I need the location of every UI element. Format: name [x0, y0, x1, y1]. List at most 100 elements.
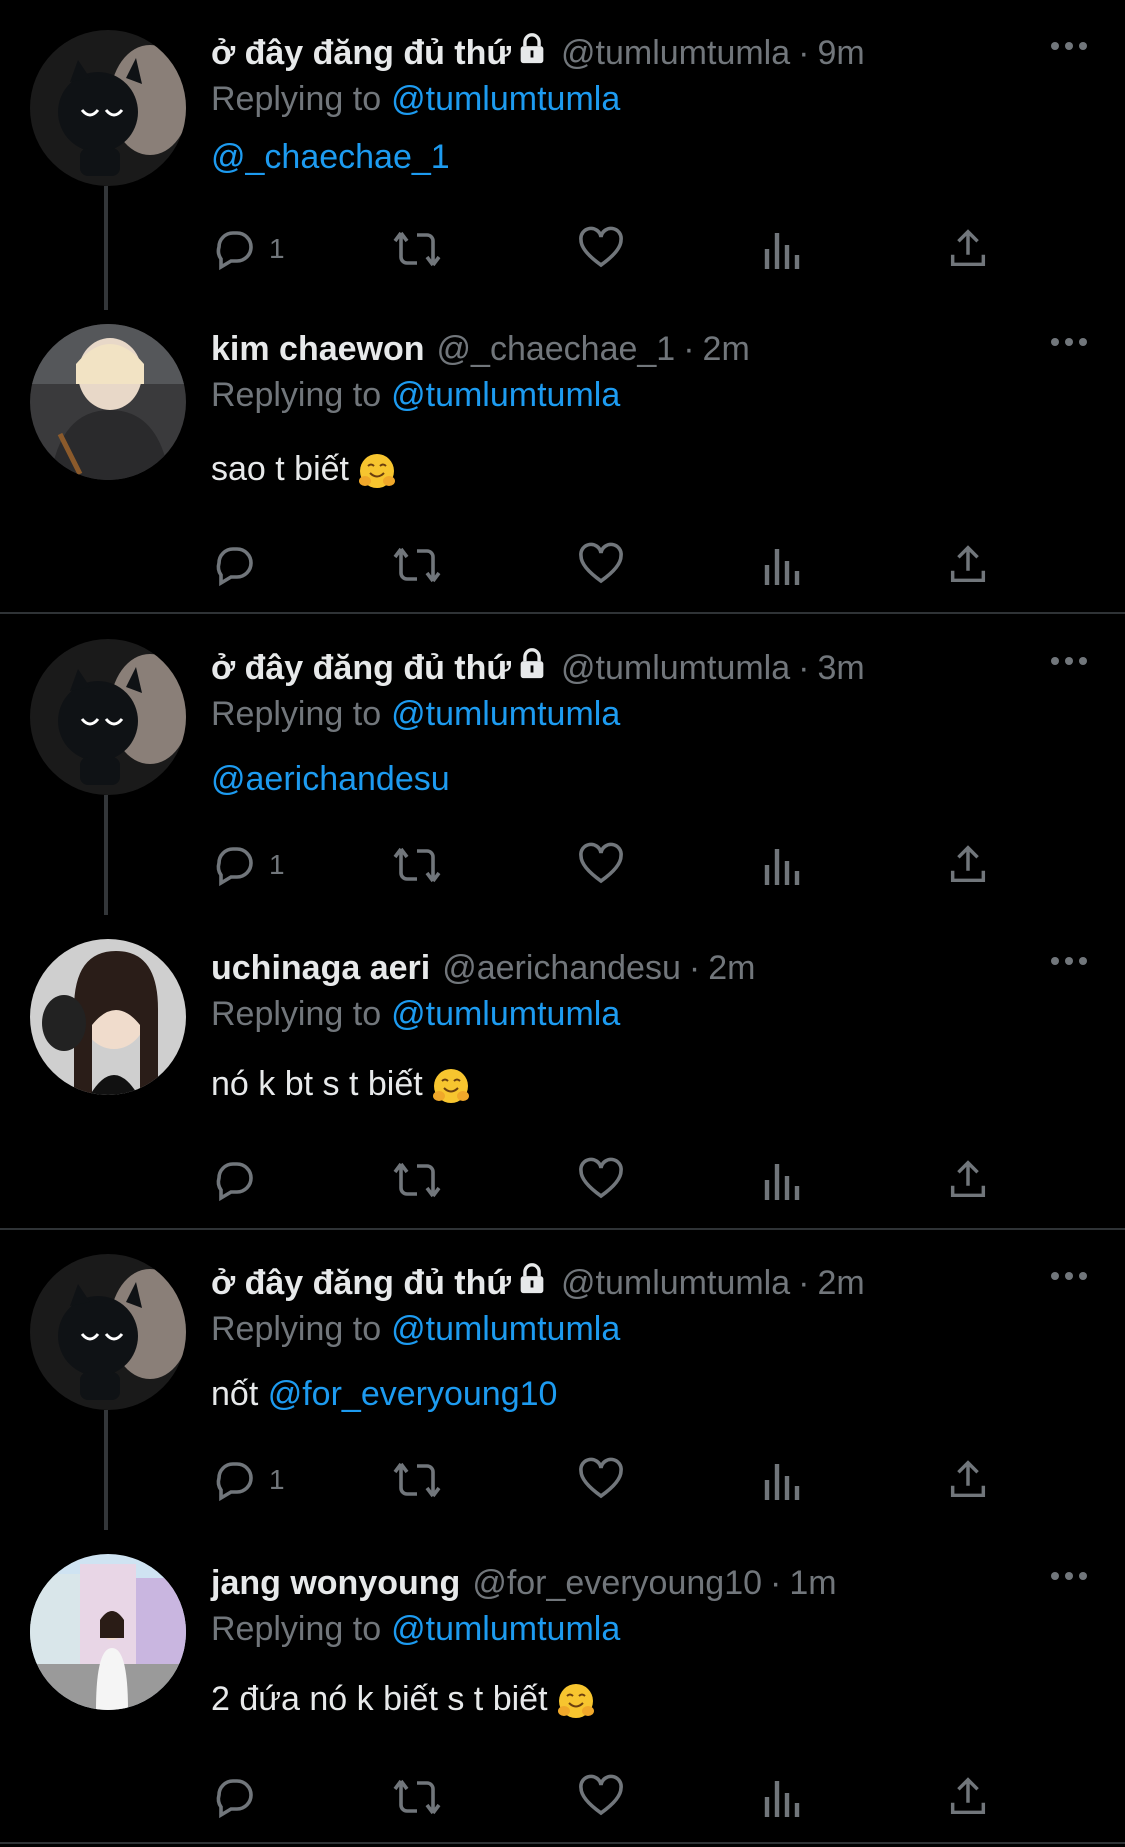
reply-icon [216, 547, 253, 587]
replying-mention[interactable]: @tumlumtumla [391, 995, 620, 1033]
reply-icon [216, 1462, 253, 1502]
more-options-icon[interactable] [1049, 334, 1089, 350]
display-name[interactable]: ở đây đăng đủ thứ [211, 649, 511, 688]
more-options-icon[interactable] [1049, 38, 1089, 54]
thread-line [104, 795, 108, 915]
display-name[interactable]: ở đây đăng đủ thứ [211, 1264, 511, 1303]
analytics-icon [764, 1464, 800, 1500]
tweet-text: 2 đứa nó k biết s t biết [211, 1680, 596, 1721]
tweet-text-content: nó k bt s t biết [211, 1065, 423, 1103]
replying-to: Replying to @tumlumtumla [211, 1310, 620, 1349]
retweet-icon [393, 1779, 441, 1815]
like-button[interactable] [577, 1155, 625, 1205]
share-button[interactable] [945, 224, 991, 274]
replying-label: Replying to [211, 695, 382, 733]
views-button[interactable] [761, 540, 805, 590]
mention-link[interactable]: @aerichandesu [211, 760, 450, 798]
thread-line [104, 186, 108, 310]
replying-label: Replying to [211, 376, 382, 414]
avatar[interactable] [30, 324, 186, 480]
handle[interactable]: @for_everyoung10 [472, 1564, 762, 1603]
retweet-icon [393, 847, 441, 883]
reply-button[interactable] [211, 1155, 259, 1205]
avatar[interactable] [30, 639, 186, 795]
timestamp[interactable]: 1m [789, 1564, 836, 1603]
handle[interactable]: @tumlumtumla [561, 1264, 790, 1303]
timestamp[interactable]: 2m [817, 1264, 864, 1303]
timestamp[interactable]: 2m [703, 330, 750, 369]
retweet-button[interactable] [391, 540, 443, 590]
retweet-button[interactable] [391, 224, 443, 274]
heart-icon [579, 1157, 623, 1199]
avatar[interactable] [30, 1554, 186, 1710]
views-button[interactable] [761, 840, 805, 890]
reply-button[interactable] [211, 540, 259, 590]
reply-button[interactable]: 1 [211, 840, 285, 890]
more-options-icon[interactable] [1049, 653, 1089, 669]
views-button[interactable] [761, 224, 805, 274]
like-button[interactable] [577, 840, 625, 890]
replying-mention[interactable]: @tumlumtumla [391, 80, 620, 118]
timestamp[interactable]: 2m [708, 949, 755, 988]
action-bar [211, 1155, 1011, 1205]
handle[interactable]: @tumlumtumla [561, 649, 790, 688]
like-button[interactable] [577, 1455, 625, 1505]
hugging-face-emoji [431, 1066, 471, 1106]
tweet-header: jang wonyoung @for_everyoung10 · 1m [211, 1558, 837, 1608]
avatar[interactable] [30, 30, 186, 186]
replying-mention[interactable]: @tumlumtumla [391, 376, 620, 414]
analytics-icon [764, 1164, 800, 1200]
handle[interactable]: @tumlumtumla [561, 34, 790, 73]
tweet-header: ở đây đăng đủ thứ @tumlumtumla · 3m [211, 643, 865, 693]
reply-button[interactable]: 1 [211, 1455, 285, 1505]
reply-icon [216, 1779, 253, 1819]
replying-label: Replying to [211, 995, 382, 1033]
action-bar [211, 1772, 1011, 1822]
dot-separator: · [770, 1563, 782, 1602]
timestamp[interactable]: 9m [817, 34, 864, 73]
more-options-icon[interactable] [1049, 1568, 1089, 1584]
hugging-face-emoji [357, 451, 397, 491]
thread-line [104, 1410, 108, 1530]
handle[interactable]: @_chaechae_1 [437, 330, 676, 369]
more-options-icon[interactable] [1049, 953, 1089, 969]
mention-link[interactable]: @_chaechae_1 [211, 138, 450, 176]
reply-button[interactable] [211, 1772, 259, 1822]
share-button[interactable] [945, 540, 991, 590]
more-options-icon[interactable] [1049, 1268, 1089, 1284]
views-button[interactable] [761, 1772, 805, 1822]
views-button[interactable] [761, 1155, 805, 1205]
timestamp[interactable]: 3m [817, 649, 864, 688]
tweet-header: uchinaga aeri @aerichandesu · 2m [211, 943, 755, 993]
replying-to: Replying to @tumlumtumla [211, 1610, 620, 1649]
avatar[interactable] [30, 1254, 186, 1410]
replying-mention[interactable]: @tumlumtumla [391, 1610, 620, 1648]
display-name[interactable]: jang wonyoung [211, 1564, 460, 1603]
replying-label: Replying to [211, 1310, 382, 1348]
like-button[interactable] [577, 1772, 625, 1822]
like-button[interactable] [577, 540, 625, 590]
share-button[interactable] [945, 1455, 991, 1505]
heart-icon [579, 1774, 623, 1816]
handle[interactable]: @aerichandesu [442, 949, 681, 988]
display-name[interactable]: uchinaga aeri [211, 949, 430, 988]
heart-icon [579, 542, 623, 584]
avatar[interactable] [30, 939, 186, 1095]
reply-button[interactable]: 1 [211, 224, 285, 274]
share-button[interactable] [945, 1155, 991, 1205]
replying-mention[interactable]: @tumlumtumla [391, 1310, 620, 1348]
display-name[interactable]: ở đây đăng đủ thứ [211, 34, 511, 73]
retweet-button[interactable] [391, 1155, 443, 1205]
tweet-text: nốt @for_everyoung10 [211, 1375, 557, 1414]
share-button[interactable] [945, 1772, 991, 1822]
tweet-text: @_chaechae_1 [211, 138, 450, 177]
like-button[interactable] [577, 224, 625, 274]
retweet-button[interactable] [391, 840, 443, 890]
share-button[interactable] [945, 840, 991, 890]
retweet-button[interactable] [391, 1772, 443, 1822]
replying-mention[interactable]: @tumlumtumla [391, 695, 620, 733]
views-button[interactable] [761, 1455, 805, 1505]
display-name[interactable]: kim chaewon [211, 330, 425, 369]
mention-link[interactable]: @for_everyoung10 [268, 1375, 558, 1413]
retweet-button[interactable] [391, 1455, 443, 1505]
